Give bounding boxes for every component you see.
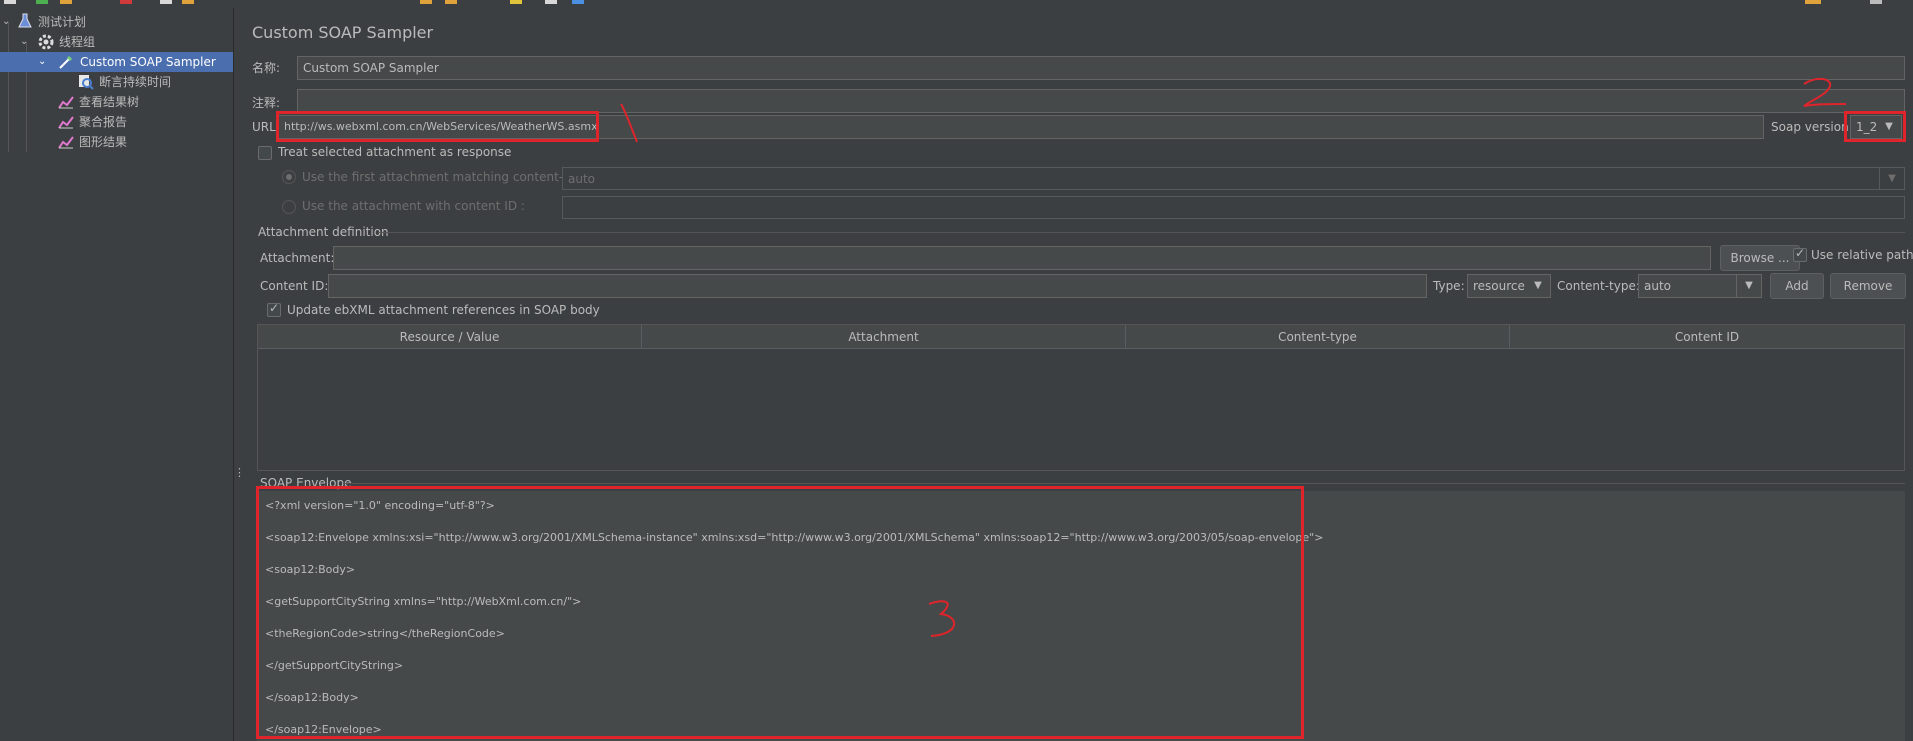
toolbar-icon[interactable] (36, 0, 48, 4)
type-label: Type: (1433, 279, 1465, 293)
panel-title: Custom SOAP Sampler (252, 23, 434, 42)
soap-version-label: Soap version (1771, 120, 1849, 134)
annotation-box-envelope (256, 486, 1304, 739)
type-value: resource (1473, 279, 1525, 293)
type-select[interactable]: resource ▼ (1467, 274, 1551, 298)
content-id-attachment-radio[interactable] (282, 200, 296, 214)
table-header: Resource / Value Attachment Content-type… (258, 325, 1904, 349)
name-field[interactable]: Custom SOAP Sampler (297, 56, 1905, 80)
chevron-down-icon[interactable]: ⌄ (38, 52, 46, 72)
column-header-attachment[interactable]: Attachment (642, 325, 1126, 349)
column-header-content-id[interactable]: Content ID (1510, 325, 1904, 349)
test-plan-tree: ⌄ 测试计划 ⌄ 线程组 ⌄ Custom SOAP Sampler 断言持续时… (0, 8, 234, 741)
toolbar-icon[interactable] (445, 0, 457, 4)
toolbar-icon[interactable] (420, 0, 432, 4)
url-label: URL (252, 120, 276, 134)
annotation-mark-3: 3 (925, 596, 975, 646)
chevron-down-icon[interactable]: ▼ (1879, 168, 1904, 189)
chevron-down-icon[interactable]: ▼ (1526, 275, 1550, 297)
toolbar-icon[interactable] (120, 0, 132, 4)
first-attachment-value: auto (568, 172, 596, 186)
tree-item-label: 图形结果 (79, 135, 128, 149)
toolbar-icon[interactable] (545, 0, 557, 4)
content-type-label: Content-type: (1557, 279, 1640, 293)
toolbar-icon[interactable] (4, 0, 16, 4)
assertion-icon (78, 74, 94, 90)
toolbar-icon[interactable] (160, 0, 172, 4)
tree-item-aggregate-report[interactable]: 聚合报告 (0, 112, 234, 132)
annotation-box-url (276, 111, 599, 142)
group-divider (343, 483, 1905, 484)
gear-icon (37, 33, 55, 51)
chevron-down-icon[interactable]: ⌄ (20, 32, 28, 52)
update-ebxml-checkbox[interactable] (267, 301, 281, 317)
use-relative-paths-checkbox[interactable] (1793, 246, 1807, 262)
comment-label: 注释: (252, 96, 281, 110)
chevron-down-icon[interactable]: ▼ (1736, 275, 1761, 297)
pipette-icon (58, 54, 74, 70)
group-divider (378, 232, 1905, 233)
attachment-field[interactable] (333, 246, 1711, 270)
use-relative-paths-label: Use relative paths (1811, 248, 1913, 262)
update-ebxml-label: Update ebXML attachment references in SO… (287, 303, 600, 317)
chart-icon (58, 135, 74, 149)
tree-item-duration-assertion[interactable]: 断言持续时间 (0, 72, 234, 92)
content-id-attachment-label: Use the attachment with content ID : (302, 199, 525, 213)
chart-icon (58, 95, 74, 109)
tree-item-label: 线程组 (59, 35, 96, 49)
tree-item-label: 测试计划 (38, 15, 87, 29)
first-attachment-combo[interactable]: auto ▼ (562, 167, 1905, 190)
remove-button[interactable]: Remove (1830, 273, 1906, 299)
chevron-down-icon[interactable]: ⌄ (2, 12, 10, 32)
content-id-attachment-field[interactable] (562, 196, 1905, 219)
content-id-label: Content ID: (260, 279, 329, 293)
flask-icon (18, 13, 32, 29)
attachments-table[interactable]: Resource / Value Attachment Content-type… (257, 324, 1905, 471)
toolbar-icon[interactable] (182, 0, 194, 4)
comment-field[interactable] (297, 89, 1905, 113)
attachment-definition-title: Attachment definition (258, 225, 389, 239)
treat-attachment-checkbox[interactable] (258, 146, 272, 160)
content-type-select[interactable]: auto ▼ (1638, 274, 1762, 298)
tree-item-label: Custom SOAP Sampler (80, 55, 216, 69)
tree-item-graph-results[interactable]: 图形结果 (0, 132, 234, 152)
content-type-value: auto (1644, 279, 1672, 293)
content-id-field[interactable] (328, 274, 1427, 298)
column-header-content-type[interactable]: Content-type (1126, 325, 1510, 349)
toolbar-icon[interactable] (510, 0, 522, 4)
first-attachment-radio[interactable] (282, 170, 296, 184)
tree-item-label: 查看结果树 (79, 95, 140, 109)
tree-item-label: 聚合报告 (79, 115, 128, 129)
browse-button[interactable]: Browse ... (1720, 245, 1800, 271)
toolbar-icon[interactable] (1870, 0, 1882, 4)
tree-item-label: 断言持续时间 (99, 75, 172, 89)
chart-icon (58, 115, 74, 129)
attachment-label: Attachment: (260, 251, 335, 265)
annotation-mark-2: 2 (1796, 76, 1856, 116)
annotation-mark-1: 1 (615, 100, 655, 150)
name-label: 名称: (252, 61, 281, 75)
add-button[interactable]: Add (1770, 273, 1824, 299)
toolbar-icon[interactable] (572, 0, 584, 4)
tree-item-view-results-tree[interactable]: 查看结果树 (0, 92, 234, 112)
tree-item-thread-group[interactable]: ⌄ 线程组 (0, 32, 234, 52)
tree-item-test-plan[interactable]: ⌄ 测试计划 (0, 12, 234, 32)
first-attachment-label: Use the first attachment matching conten… (302, 170, 598, 184)
tree-item-custom-soap-sampler[interactable]: ⌄ Custom SOAP Sampler (0, 52, 233, 72)
toolbar-icon[interactable] (60, 0, 72, 4)
column-header-resource[interactable]: Resource / Value (258, 325, 642, 349)
toolbar-icon[interactable] (1805, 0, 1821, 4)
treat-attachment-label: Treat selected attachment as response (278, 145, 512, 159)
